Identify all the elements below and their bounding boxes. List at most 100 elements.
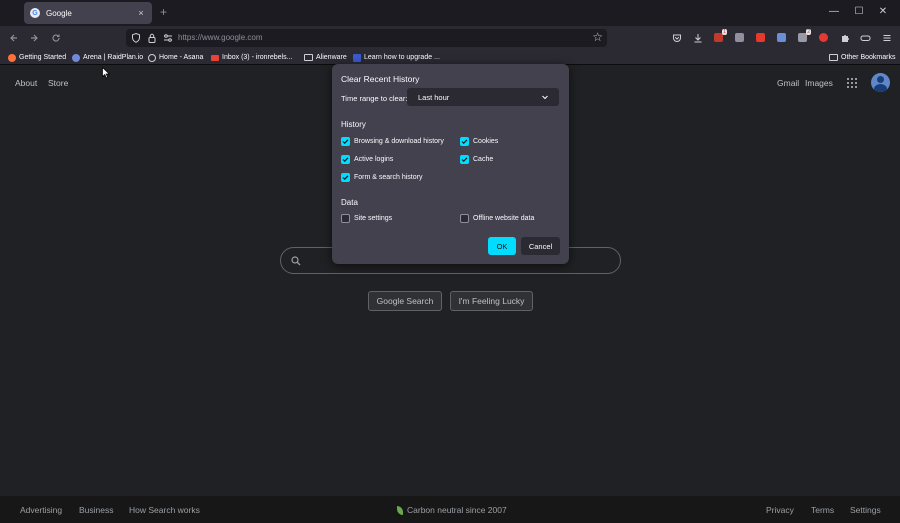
store-link[interactable]: Store <box>48 78 68 88</box>
bookmark-label: Arena | RaidPlan.io <box>83 54 144 61</box>
bookmarks-toolbar: Getting Started Arena | RaidPlan.io Home… <box>0 50 900 65</box>
tab-google[interactable]: G Google × <box>24 2 152 24</box>
extension-icon-6[interactable] <box>818 32 829 43</box>
feeling-lucky-button[interactable]: I'm Feeling Lucky <box>450 291 533 311</box>
checkbox-checked[interactable] <box>341 154 350 164</box>
bookmark-learn-upgrade[interactable]: Learn how to upgrade ... <box>353 52 440 63</box>
bookmark-page-icon <box>353 53 361 62</box>
hamburger-menu-icon[interactable] <box>881 32 892 43</box>
checkbox-checked[interactable] <box>341 136 350 146</box>
clear-history-dialog: Clear Recent History Time range to clear… <box>332 64 569 264</box>
checkbox-checked[interactable] <box>460 154 469 164</box>
reload-icon[interactable] <box>49 31 63 45</box>
close-window-button[interactable]: ✕ <box>876 6 890 18</box>
checkbox-cache[interactable]: Cache <box>460 154 493 164</box>
bookmark-getting-started[interactable]: Getting Started <box>8 52 66 63</box>
shield-icon[interactable] <box>130 32 142 44</box>
about-link[interactable]: About <box>15 78 37 88</box>
url-text: https://www.google.com <box>178 33 263 42</box>
time-range-select[interactable]: Last hour <box>407 88 559 106</box>
checkbox-checked[interactable] <box>341 172 350 182</box>
ok-button[interactable]: OK <box>488 237 516 255</box>
gmail-icon <box>211 54 219 61</box>
settings-link[interactable]: Settings <box>850 505 881 515</box>
mouse-cursor-icon <box>102 67 110 79</box>
address-bar[interactable]: https://www.google.com ☆ <box>126 29 607 47</box>
firefox-icon <box>8 53 16 62</box>
checkbox-label: Form & search history <box>354 173 423 181</box>
other-bookmarks-label: Other Bookmarks <box>841 54 896 61</box>
bookmark-label: Inbox (3) - ironrebels... <box>222 54 293 61</box>
permissions-icon[interactable] <box>162 32 174 44</box>
checkbox-unchecked[interactable] <box>460 213 469 223</box>
tab-title: Google <box>46 8 72 18</box>
checkbox-site-settings[interactable]: Site settings <box>341 213 392 223</box>
checkbox-unchecked[interactable] <box>341 213 350 223</box>
business-link[interactable]: Business <box>79 505 114 515</box>
extensions-puzzle-icon[interactable] <box>839 32 850 43</box>
checkbox-label: Active logins <box>354 155 394 163</box>
bookmark-asana[interactable]: Home - Asana <box>148 52 203 63</box>
navigation-toolbar: https://www.google.com ☆ 1 2 <box>0 26 900 50</box>
close-tab-icon[interactable]: × <box>136 8 146 18</box>
history-heading: History <box>341 120 366 129</box>
checkbox-browsing-history[interactable]: Browsing & download history <box>341 136 444 146</box>
minimize-button[interactable]: — <box>827 6 841 18</box>
extension-badge: 2 <box>806 29 811 35</box>
google-favicon-icon: G <box>30 8 40 18</box>
account-avatar[interactable] <box>871 73 890 92</box>
checkbox-label: Cache <box>473 155 494 163</box>
avatar-head <box>877 76 884 83</box>
extension-icon-3[interactable] <box>755 32 766 43</box>
bookmark-label: Alienware <box>316 54 347 61</box>
new-tab-button[interactable]: + <box>160 6 167 18</box>
leaf-icon <box>397 506 403 515</box>
tab-strip: G Google × + — ☐ ✕ <box>0 0 900 26</box>
bookmark-raidplan[interactable]: Arena | RaidPlan.io <box>72 52 143 63</box>
checkbox-active-logins[interactable]: Active logins <box>341 154 393 164</box>
avatar-body <box>874 84 887 92</box>
google-search-button[interactable]: Google Search <box>368 291 442 311</box>
how-search-works-link[interactable]: How Search works <box>129 505 200 515</box>
lock-icon[interactable] <box>146 32 158 44</box>
images-link[interactable]: Images <box>805 78 833 88</box>
extension-icon-2[interactable] <box>734 32 745 43</box>
bookmark-label: Home - Asana <box>159 54 204 61</box>
google-apps-grid-icon[interactable] <box>847 78 857 88</box>
checkbox-label: Cookies <box>473 137 499 145</box>
dialog-title: Clear Recent History <box>341 74 420 84</box>
checkbox-checked[interactable] <box>460 136 469 146</box>
folder-icon <box>829 54 838 61</box>
checkbox-form-search-history[interactable]: Form & search history <box>341 172 422 182</box>
data-heading: Data <box>341 198 358 207</box>
cancel-button[interactable]: Cancel <box>521 237 560 255</box>
folder-icon <box>304 54 313 61</box>
bookmark-alienware-folder[interactable]: Alienware <box>304 52 347 63</box>
gmail-link[interactable]: Gmail <box>777 78 799 88</box>
maximize-button[interactable]: ☐ <box>852 6 866 18</box>
time-range-label: Time range to clear: <box>341 94 408 103</box>
gamepad-icon[interactable] <box>860 32 871 43</box>
extension-icon-4[interactable] <box>776 32 787 43</box>
extension-square <box>777 33 786 42</box>
carbon-neutral-link[interactable]: Carbon neutral since 2007 <box>407 505 507 515</box>
bookmark-gmail-inbox[interactable]: Inbox (3) - ironrebels... <box>211 52 292 63</box>
forward-arrow-icon[interactable] <box>27 31 41 45</box>
extension-icon-5[interactable]: 2 <box>797 29 811 43</box>
terms-link[interactable]: Terms <box>811 505 834 515</box>
download-icon[interactable] <box>692 32 703 43</box>
privacy-link[interactable]: Privacy <box>766 505 794 515</box>
checkbox-label: Offline website data <box>473 214 535 222</box>
checkbox-offline-data[interactable]: Offline website data <box>460 213 534 223</box>
advertising-link[interactable]: Advertising <box>20 505 62 515</box>
google-footer: Advertising Business How Search works Ca… <box>0 496 900 523</box>
checkbox-cookies[interactable]: Cookies <box>460 136 498 146</box>
pocket-icon[interactable] <box>671 32 682 43</box>
extension-square <box>756 33 765 42</box>
search-icon <box>291 256 301 266</box>
ublock-extension-icon[interactable]: 1 <box>713 29 727 43</box>
back-arrow-icon[interactable] <box>7 31 21 45</box>
other-bookmarks-folder[interactable]: Other Bookmarks <box>829 52 895 63</box>
extension-badge: 1 <box>722 29 727 35</box>
bookmark-star-icon[interactable]: ☆ <box>592 30 603 44</box>
